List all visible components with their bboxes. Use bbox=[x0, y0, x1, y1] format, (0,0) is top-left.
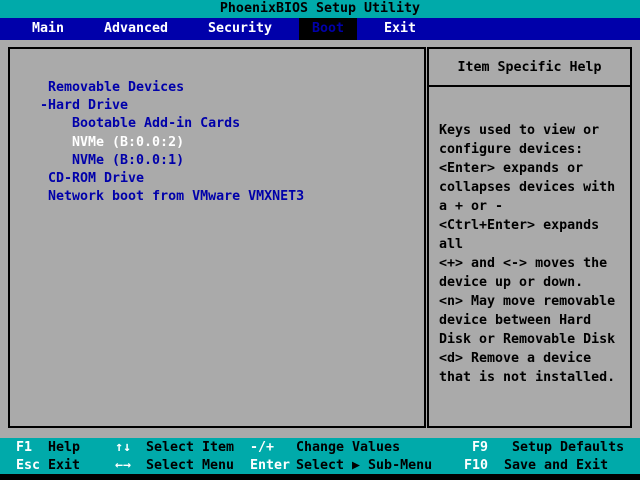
help-line: Disk or Removable Disk bbox=[439, 332, 616, 347]
help-panel-header: Item Specific Help bbox=[429, 49, 630, 87]
help-line: that is not installed. bbox=[439, 370, 616, 385]
hint-label: Select ▶ Sub-Menu bbox=[296, 458, 433, 473]
help-panel: Item Specific Help Keys used to view or c… bbox=[427, 47, 632, 428]
menu-bar: Main Advanced Security Boot Exit bbox=[0, 18, 640, 40]
help-line: Keys used to view or bbox=[439, 123, 600, 138]
help-line: configure devices: bbox=[439, 142, 584, 157]
hint-key: -/+ bbox=[250, 440, 275, 455]
bios-setup-screen: PhoenixBIOS Setup Utility Main Advanced Se… bbox=[0, 0, 640, 480]
boot-device-item[interactable]: -Hard Drive bbox=[40, 98, 128, 114]
help-line: a + or - bbox=[439, 199, 504, 214]
help-title: Item Specific Help bbox=[457, 60, 602, 75]
help-line: <+> and <-> moves the bbox=[439, 256, 608, 271]
footer-strip bbox=[0, 474, 640, 480]
help-line: <d> Remove a device bbox=[439, 351, 592, 366]
help-text: Keys used to view or configure devices: <E… bbox=[439, 121, 629, 387]
hint-key: Enter bbox=[250, 458, 291, 473]
boot-device-item[interactable]: Bootable Add-in Cards bbox=[72, 116, 240, 132]
boot-device-item[interactable]: NVMe (B:0.0:2) bbox=[72, 135, 184, 151]
hint-label: Save and Exit bbox=[504, 458, 609, 473]
boot-devices-panel: Removable Devices -Hard Drive Bootable Add… bbox=[8, 47, 426, 428]
hint-label: Setup Defaults bbox=[512, 440, 625, 455]
tab-main[interactable]: Main bbox=[32, 18, 64, 40]
hint-label: Select Menu bbox=[146, 458, 235, 473]
help-line: <Ctrl+Enter> expands bbox=[439, 218, 600, 233]
help-line: device up or down. bbox=[439, 275, 584, 290]
hint-key: F10 bbox=[464, 458, 489, 473]
hint-label: Select Item bbox=[146, 440, 235, 455]
tab-advanced[interactable]: Advanced bbox=[104, 18, 168, 40]
hint-key: ↑↓ bbox=[115, 440, 132, 455]
help-line: collapses devices with bbox=[439, 180, 616, 195]
hint-key: ←→ bbox=[115, 458, 132, 473]
hint-key: Esc bbox=[16, 458, 41, 473]
key-hint-bar: F1 Help ↑↓ Select Item -/+ Change Values F9 Set… bbox=[0, 438, 640, 474]
hint-label: Exit bbox=[48, 458, 81, 473]
hint-key: F9 bbox=[472, 440, 489, 455]
title-bar: PhoenixBIOS Setup Utility bbox=[0, 0, 640, 18]
help-line: device between Hard bbox=[439, 313, 592, 328]
tab-exit[interactable]: Exit bbox=[384, 18, 416, 40]
help-line: <Enter> expands or bbox=[439, 161, 584, 176]
hint-label: Help bbox=[48, 440, 81, 455]
boot-device-item[interactable]: Network boot from VMware VMXNET3 bbox=[48, 189, 304, 205]
hint-key: F1 bbox=[16, 440, 33, 455]
page-title: PhoenixBIOS Setup Utility bbox=[219, 1, 421, 16]
boot-device-item[interactable]: NVMe (B:0.0:1) bbox=[72, 153, 184, 169]
tab-security[interactable]: Security bbox=[208, 18, 272, 40]
help-line: all bbox=[439, 237, 464, 252]
tab-boot[interactable]: Boot bbox=[299, 18, 357, 40]
hint-label: Change Values bbox=[296, 440, 401, 455]
boot-device-item[interactable]: CD-ROM Drive bbox=[48, 171, 144, 187]
boot-device-item[interactable]: Removable Devices bbox=[48, 80, 184, 96]
help-line: <n> May move removable bbox=[439, 294, 616, 309]
